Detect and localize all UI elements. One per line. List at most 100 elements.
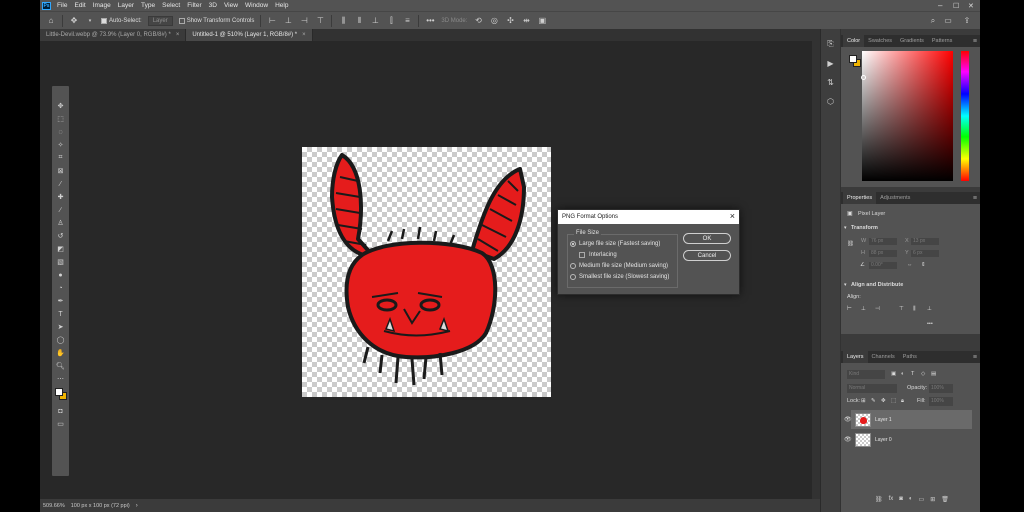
adjustment-layer-icon[interactable]: ◐ — [909, 496, 913, 503]
align-hcenter-icon[interactable]: ⊥ — [861, 306, 866, 312]
menu-image[interactable]: Image — [93, 2, 111, 9]
screen-mode-icon[interactable]: ▭ — [54, 418, 67, 430]
3d-slide-icon[interactable]: ⇹ — [521, 16, 531, 26]
align-left-icon[interactable]: ⊢ — [847, 306, 852, 312]
pen-tool-icon[interactable]: ✒ — [54, 295, 67, 307]
clone-stamp-tool-icon[interactable]: ♙ — [54, 217, 67, 229]
align-right-icon[interactable]: ⊣ — [299, 16, 309, 26]
filter-pixel-icon[interactable]: ▣ — [891, 371, 896, 377]
tab-adjustments[interactable]: Adjustments — [876, 192, 914, 204]
shape-tool-icon[interactable]: ◯ — [54, 334, 67, 346]
eye-icon[interactable]: 👁︎ — [844, 416, 852, 423]
lock-all-icon[interactable]: 🔒︎ — [901, 398, 904, 405]
chevron-down-icon[interactable]: ▾ — [844, 282, 847, 288]
tab-little-devil[interactable]: Little-Devil.webp @ 73.9% (Layer 0, RGB/… — [40, 29, 187, 41]
delete-layer-icon[interactable]: 🗑︎ — [941, 496, 949, 503]
type-tool-icon[interactable]: T — [54, 308, 67, 320]
menu-type[interactable]: Type — [141, 2, 155, 9]
path-selection-tool-icon[interactable]: ➤ — [54, 321, 67, 333]
foreground-color-swatch[interactable] — [55, 388, 63, 396]
status-chevron-icon[interactable]: › — [136, 503, 138, 509]
more-tools-icon[interactable]: ⋯ — [54, 373, 67, 385]
ok-button[interactable]: OK — [683, 233, 731, 244]
hand-tool-icon[interactable]: ✋ — [54, 347, 67, 359]
gradient-tool-icon[interactable]: ▧ — [54, 256, 67, 268]
menu-filter[interactable]: Filter — [187, 2, 201, 9]
tab-properties[interactable]: Properties — [843, 192, 877, 204]
menu-edit[interactable]: Edit — [74, 2, 85, 9]
eyedropper-tool-icon[interactable]: ⁄ — [54, 178, 67, 190]
close-tab-icon[interactable]: × — [176, 32, 180, 38]
align-bottom-icon[interactable]: ⊥ — [370, 16, 380, 26]
align-bottom-icon[interactable]: ⊥ — [927, 306, 932, 312]
layer-name[interactable]: Layer 1 — [875, 417, 892, 423]
show-transform-checkbox[interactable]: Show Transform Controls — [178, 17, 254, 24]
chevron-down-icon[interactable]: ▾ — [85, 16, 95, 26]
panel-menu-icon[interactable]: ≡ — [973, 38, 977, 45]
width-field[interactable]: 76 px — [869, 238, 897, 245]
healing-brush-tool-icon[interactable]: ✚ — [54, 191, 67, 203]
flip-horizontal-icon[interactable]: ⇔ — [907, 262, 913, 268]
brush-tool-icon[interactable]: ∕ — [54, 204, 67, 216]
y-field[interactable]: 6 px — [911, 250, 939, 257]
new-layer-icon[interactable]: ⊞ — [930, 496, 935, 503]
opacity-field[interactable]: 100% — [929, 384, 953, 393]
smallest-file-size-option[interactable]: Smallest file size (Slowest saving) — [570, 274, 669, 280]
share-icon[interactable]: ⇪ — [962, 16, 972, 26]
align-top-icon[interactable]: ⊤ — [315, 16, 325, 26]
close-window-button[interactable]: ✕ — [968, 0, 974, 11]
tab-color[interactable]: Color — [843, 35, 865, 47]
more-options-icon[interactable]: ••• — [927, 321, 933, 327]
layer-row-layer-0[interactable]: 👁︎ Layer 0 — [844, 430, 972, 449]
foreground-color-chip[interactable] — [849, 55, 857, 63]
blend-mode-dropdown[interactable]: Normal — [847, 384, 897, 393]
history-panel-icon[interactable]: ⎘ — [825, 38, 837, 50]
layer-row-layer-1[interactable]: 👁︎ Layer 1 — [844, 410, 972, 429]
lasso-tool-icon[interactable]: ◌ — [54, 126, 67, 138]
layer-name[interactable]: Layer 0 — [875, 437, 892, 443]
document-canvas[interactable] — [302, 147, 551, 397]
dodge-tool-icon[interactable]: ◔ — [54, 282, 67, 294]
link-layers-icon[interactable]: ⛓ — [875, 496, 883, 503]
menu-help[interactable]: Help — [275, 2, 288, 9]
distribute-h-icon[interactable]: ⫿ — [386, 16, 396, 26]
hue-slider[interactable] — [961, 51, 969, 181]
align-vcenter-icon[interactable]: ⫼ — [913, 306, 916, 313]
minimize-button[interactable]: – — [938, 0, 942, 11]
height-field[interactable]: 88 px — [869, 250, 897, 257]
lock-position-icon[interactable]: ✥ — [881, 398, 886, 404]
panel-menu-icon[interactable]: ≡ — [973, 195, 977, 202]
tab-gradients[interactable]: Gradients — [896, 35, 928, 47]
dialog-title-bar[interactable]: PNG Format Options × — [558, 210, 739, 224]
align-top-icon[interactable]: ⊤ — [899, 306, 904, 312]
tab-swatches[interactable]: Swatches — [864, 35, 896, 47]
eye-icon[interactable]: 👁︎ — [844, 436, 852, 443]
tab-untitled-1[interactable]: Untitled-1 @ 510% (Layer 1, RGB/8#) * × — [186, 29, 313, 41]
frame-tool-icon[interactable]: ⊠ — [54, 165, 67, 177]
filter-shape-icon[interactable]: ◇ — [921, 371, 925, 377]
link-icon[interactable]: ⛓ — [847, 241, 854, 247]
crop-tool-icon[interactable]: ⌗ — [54, 152, 67, 164]
zoom-level[interactable]: 509.66% — [43, 503, 65, 509]
x-field[interactable]: 13 px — [911, 238, 939, 245]
close-tab-icon[interactable]: × — [302, 32, 306, 38]
layer-filter-search[interactable]: Kind — [847, 370, 885, 379]
menu-window[interactable]: Window — [245, 2, 268, 9]
3d-roll-icon[interactable]: ◎ — [489, 16, 499, 26]
tab-layers[interactable]: Layers — [843, 351, 868, 363]
history-brush-tool-icon[interactable]: ↺ — [54, 230, 67, 242]
flip-vertical-icon[interactable]: ⇕ — [921, 262, 926, 268]
filter-type-icon[interactable]: T — [911, 371, 914, 377]
menu-layer[interactable]: Layer — [118, 2, 134, 9]
tab-patterns[interactable]: Patterns — [928, 35, 956, 47]
close-icon[interactable]: × — [730, 211, 735, 221]
new-group-icon[interactable]: ▭ — [919, 496, 925, 503]
color-picker-cursor[interactable] — [861, 75, 866, 80]
medium-file-size-option[interactable]: Medium file size (Medium saving) — [570, 263, 668, 269]
tab-channels[interactable]: Channels — [868, 351, 899, 363]
3d-rotate-icon[interactable]: ⟲ — [473, 16, 483, 26]
align-right-icon[interactable]: ⊣ — [875, 306, 880, 312]
adjust-panel-icon[interactable]: ⇅ — [825, 76, 837, 88]
marquee-tool-icon[interactable]: ⬚ — [54, 113, 67, 125]
eraser-tool-icon[interactable]: ◩ — [54, 243, 67, 255]
